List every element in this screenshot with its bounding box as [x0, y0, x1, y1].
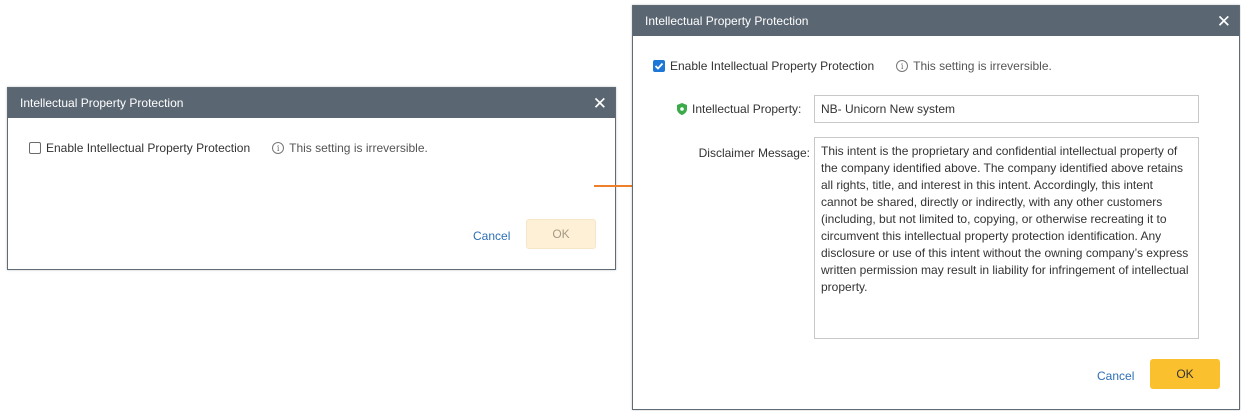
checkmark-icon [654, 62, 664, 70]
dialog-titlebar: Intellectual Property Protection ✕ [633, 6, 1239, 36]
enable-ip-protection-row: Enable Intellectual Property Protection … [653, 59, 1052, 73]
enable-ip-protection-row: Enable Intellectual Property Protection … [29, 141, 428, 155]
ip-name-value: NB- Unicorn New system [821, 102, 956, 116]
info-icon: i [272, 142, 285, 154]
ip-protection-dialog-disabled: Intellectual Property Protection ✕ Enabl… [7, 87, 616, 270]
enable-ip-protection-checkbox[interactable] [29, 142, 41, 154]
disclaimer-textarea[interactable]: This intent is the proprietary and confi… [814, 137, 1199, 339]
close-icon[interactable]: ✕ [593, 95, 607, 112]
enable-ip-protection-label[interactable]: Enable Intellectual Property Protection [670, 59, 874, 73]
disclaimer-label: Disclaimer Message: [698, 146, 810, 160]
close-icon[interactable]: ✕ [1217, 13, 1231, 30]
ok-button-label: OK [552, 227, 570, 241]
shield-icon [677, 103, 687, 115]
ok-button[interactable]: OK [1150, 359, 1220, 389]
irreversible-hint-text: This setting is irreversible. [289, 141, 428, 155]
dialog-titlebar: Intellectual Property Protection ✕ [8, 88, 615, 118]
ok-button[interactable]: OK [526, 219, 596, 249]
enable-ip-protection-label[interactable]: Enable Intellectual Property Protection [46, 141, 250, 155]
ip-label-row: Intellectual Property: [677, 102, 801, 116]
ip-protection-dialog-enabled: Intellectual Property Protection ✕ Enabl… [632, 5, 1240, 410]
irreversible-hint: i This setting is irreversible. [896, 59, 1052, 73]
irreversible-hint-text: This setting is irreversible. [913, 59, 1052, 73]
dialog-title: Intellectual Property Protection [20, 96, 184, 110]
dialog-title: Intellectual Property Protection [645, 14, 809, 28]
info-icon: i [896, 60, 909, 72]
irreversible-hint: i This setting is irreversible. [272, 141, 428, 155]
cancel-button[interactable]: Cancel [1097, 369, 1134, 383]
ip-label: Intellectual Property: [692, 102, 802, 116]
disclaimer-text: This intent is the proprietary and confi… [821, 144, 1189, 294]
ip-name-input[interactable]: NB- Unicorn New system [814, 95, 1199, 123]
cancel-button[interactable]: Cancel [473, 229, 510, 243]
ok-button-label: OK [1176, 367, 1194, 381]
enable-ip-protection-checkbox[interactable] [653, 60, 665, 72]
